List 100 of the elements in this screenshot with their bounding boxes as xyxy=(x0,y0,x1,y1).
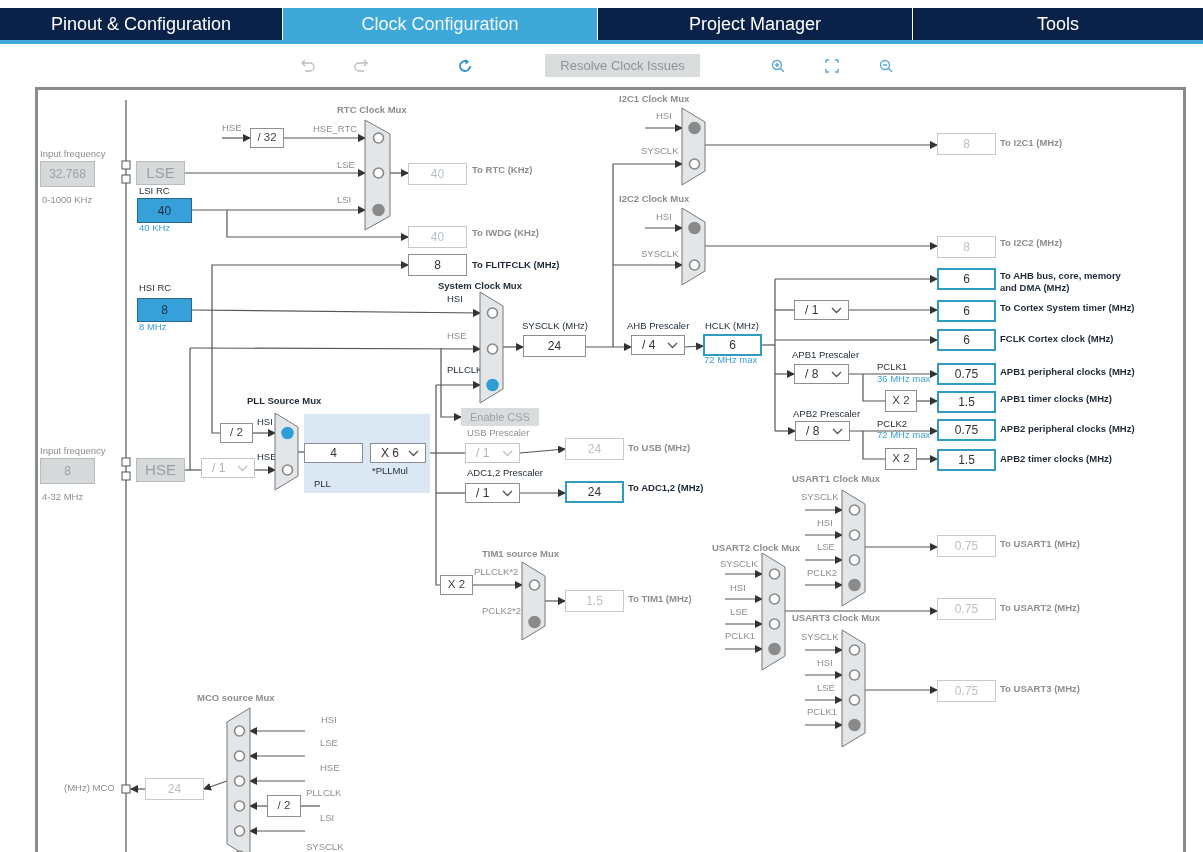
prescaler-dropdown[interactable]: / 1 xyxy=(794,300,849,320)
tab[interactable]: Tools xyxy=(913,8,1203,40)
prescaler-dropdown[interactable]: / 4 xyxy=(631,335,685,355)
selector-radio[interactable] xyxy=(281,426,294,440)
signal-label: SYSCLK xyxy=(720,558,758,570)
signal-label: LSI xyxy=(320,812,335,824)
selector-radio[interactable] xyxy=(688,259,701,271)
selector-radio[interactable] xyxy=(848,529,861,541)
signal-arrow xyxy=(544,597,566,605)
block-label: APB2 peripheral clocks (MHz) xyxy=(1000,423,1135,435)
selector-radio[interactable] xyxy=(233,750,246,762)
selector-radio[interactable] xyxy=(768,642,781,656)
signal-label: PCLK1 xyxy=(877,361,908,373)
signal-label: SYSCLK xyxy=(306,841,344,852)
frequency-field[interactable]: 6 xyxy=(703,334,762,356)
frequency-field[interactable]: 8 xyxy=(408,254,467,276)
signal-label: HSI xyxy=(730,582,746,594)
selector-radio[interactable] xyxy=(372,167,385,179)
frequency-field[interactable]: 8 xyxy=(137,298,192,322)
selector-radio[interactable] xyxy=(768,593,781,605)
frequency-field[interactable]: 24 xyxy=(565,481,624,503)
prescaler-dropdown[interactable]: / 8 xyxy=(794,364,849,384)
signal-arrow xyxy=(502,343,524,351)
signal-label: SYSCLK xyxy=(801,631,839,643)
selector-radio[interactable] xyxy=(848,669,861,681)
selector-radio[interactable] xyxy=(486,378,499,392)
signal-arrow xyxy=(804,556,843,564)
block-label: To IWDG (KHz) xyxy=(472,227,539,239)
signal-arrow xyxy=(916,397,938,405)
selector-radio[interactable] xyxy=(233,725,246,737)
selector-radio[interactable] xyxy=(768,568,781,580)
signal-label: HSI xyxy=(447,293,463,305)
block-label: System Clock Mux xyxy=(438,280,522,292)
signal-label: HSI xyxy=(817,517,833,529)
block-label: To USART3 (MHz) xyxy=(1000,683,1081,695)
signal-arrow xyxy=(221,134,251,142)
selector-radio[interactable] xyxy=(848,718,861,732)
signal-label: PLLCLK*2 xyxy=(474,566,519,578)
block-label: RTC Clock Mux xyxy=(337,104,407,116)
selector-radio[interactable] xyxy=(486,307,499,319)
selector-radio[interactable] xyxy=(848,644,861,656)
oscillator-block: HSE xyxy=(136,458,185,482)
frequency-field[interactable]: 6 xyxy=(937,329,996,351)
chevron-down-icon xyxy=(408,449,419,457)
selector-radio[interactable] xyxy=(848,694,861,706)
selector-radio[interactable] xyxy=(848,554,861,566)
selector-radio[interactable] xyxy=(688,121,701,135)
operator-block: / 2 xyxy=(267,795,301,817)
frequency-field[interactable]: 1.5 xyxy=(937,449,996,471)
selector-radio[interactable] xyxy=(233,825,246,837)
block-label: To AHB bus, core, memory and DMA (MHz) xyxy=(1000,270,1122,294)
signal-arrow xyxy=(252,429,276,437)
frequency-field[interactable]: 0.75 xyxy=(937,419,996,441)
pin-icon xyxy=(121,471,131,481)
prescaler-dropdown[interactable]: / 8 xyxy=(795,421,850,441)
tab[interactable]: Project Manager xyxy=(598,8,913,40)
selector-radio[interactable] xyxy=(281,464,294,476)
selector-radio[interactable] xyxy=(528,615,541,629)
selector-radio[interactable] xyxy=(688,158,701,170)
frequency-field[interactable]: 24 xyxy=(523,335,586,357)
frequency-field[interactable]: 40 xyxy=(137,198,192,223)
selector-radio[interactable] xyxy=(233,800,246,812)
signal-arrow xyxy=(774,427,796,435)
pin-icon xyxy=(121,160,131,170)
frequency-field[interactable]: 0.75 xyxy=(937,363,996,385)
signal-label: ADC1,2 Prescaler xyxy=(467,467,544,479)
selector-radio[interactable] xyxy=(233,775,246,787)
signal-line xyxy=(862,430,886,460)
block-label: USART1 Clock Mux xyxy=(792,473,881,485)
signal-arrow xyxy=(724,570,763,578)
prescaler-dropdown[interactable]: X 6 xyxy=(370,443,426,463)
signal-line xyxy=(297,451,305,453)
block-label: To I2C1 (MHz) xyxy=(1000,137,1063,149)
signal-label: 36 MHz max xyxy=(877,373,931,385)
signal-label: 72 MHz max xyxy=(704,354,758,366)
selector-radio[interactable] xyxy=(768,618,781,630)
selector-radio[interactable] xyxy=(372,132,385,144)
frequency-field[interactable]: 6 xyxy=(937,300,996,322)
selector-radio[interactable] xyxy=(848,578,861,592)
signal-label: HCLK (MHz) xyxy=(705,320,759,332)
signal-label: APB1 Prescaler xyxy=(792,349,860,361)
signal-label: PCLK1 xyxy=(725,630,756,642)
signal-label: HSI xyxy=(656,211,672,223)
signal-label: HSI xyxy=(321,714,337,726)
signal-label: AHB Prescaler xyxy=(627,320,690,332)
chevron-down-icon xyxy=(502,449,513,457)
frequency-field[interactable]: 4 xyxy=(304,443,363,463)
selector-radio[interactable] xyxy=(486,343,499,355)
fit-screen-icon[interactable] xyxy=(823,56,841,75)
prescaler-dropdown[interactable]: / 1 xyxy=(465,483,520,503)
frequency-field[interactable]: 1.5 xyxy=(937,391,996,413)
selector-radio[interactable] xyxy=(528,579,541,591)
selector-radio[interactable] xyxy=(848,504,861,516)
signal-arrow xyxy=(804,581,843,589)
operator-block: X 2 xyxy=(885,448,917,470)
signal-label: APB2 Prescaler xyxy=(793,408,861,420)
frequency-field[interactable]: 6 xyxy=(937,268,996,290)
signal-label: PCLK2 xyxy=(807,567,838,579)
selector-radio[interactable] xyxy=(372,203,385,217)
selector-radio[interactable] xyxy=(688,221,701,235)
